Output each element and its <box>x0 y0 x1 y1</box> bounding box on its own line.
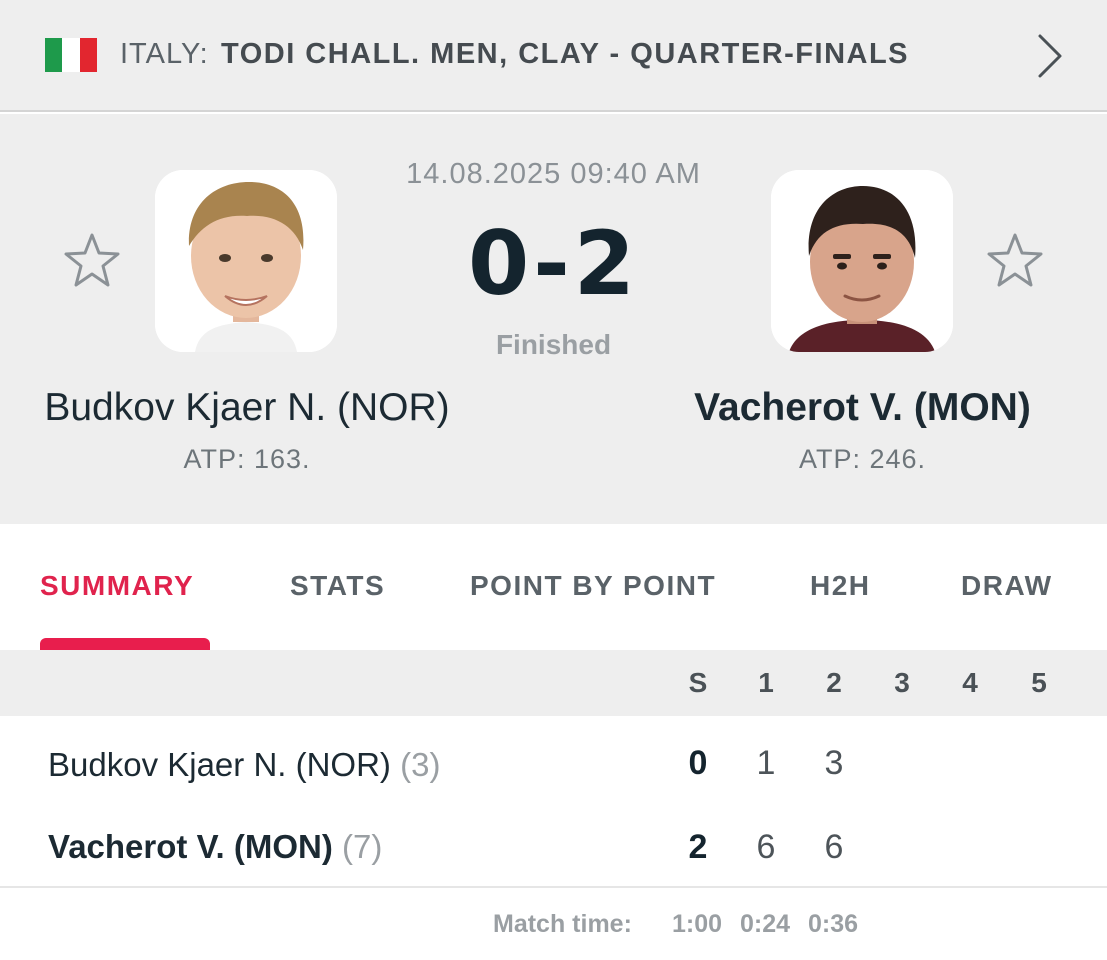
column-header-set-3: 3 <box>894 667 910 698</box>
detail-tabs: SUMMARY STATS POINT BY POINT H2H DRAW <box>0 524 1107 650</box>
tab-draw[interactable]: DRAW <box>961 570 1053 602</box>
row-player-name: Vacherot V. (MON) (7) <box>48 828 382 866</box>
player-rank-home: ATP: 163. <box>183 444 311 474</box>
match-time-set-2: 0:36 <box>808 910 859 938</box>
table-row[interactable]: Vacherot V. (MON) (7) 2 6 6 <box>0 802 1107 886</box>
active-tab-indicator <box>40 638 210 650</box>
row-player-seed: (3) <box>400 746 441 783</box>
row-player-name-text: Budkov Kjaer N. (NOR) <box>48 746 391 783</box>
column-header-set-1: 1 <box>758 667 774 698</box>
row-set-2-games: 6 <box>824 828 844 866</box>
divider <box>0 886 1107 888</box>
player-name-home[interactable]: Budkov Kjaer N. (NOR) <box>0 386 494 430</box>
tab-h2h[interactable]: H2H <box>810 570 871 602</box>
column-header-set-2: 2 <box>826 667 842 698</box>
column-header-set-4: 4 <box>962 667 978 698</box>
header-country: ITALY: <box>120 38 209 70</box>
player-name-away[interactable]: Vacherot V. (MON) <box>618 386 1107 430</box>
match-header: 14.08.2025 09:40 AM 0-2 Finished Budkov … <box>0 114 1107 524</box>
score-table-header: S 1 2 3 4 5 <box>0 650 1107 716</box>
tournament-header[interactable]: ITALY: TODI CHALL. MEN, CLAY - QUARTER-F… <box>0 0 1107 112</box>
italy-flag-icon <box>45 38 97 72</box>
match-time-set-1: 0:24 <box>740 910 791 938</box>
row-player-name-text: Vacherot V. (MON) <box>48 828 333 865</box>
table-row[interactable]: Budkov Kjaer N. (NOR) (3) 0 1 3 <box>0 720 1107 804</box>
row-player-seed: (7) <box>342 828 383 865</box>
row-set-1-games: 6 <box>756 828 776 866</box>
tab-summary[interactable]: SUMMARY <box>40 570 194 602</box>
row-set-1-games: 1 <box>756 744 776 782</box>
player-photo-away <box>771 170 953 352</box>
player-rank-away: ATP: 246. <box>798 444 927 474</box>
row-player-name: Budkov Kjaer N. (NOR) (3) <box>48 746 440 784</box>
column-header-sets: S <box>688 667 708 698</box>
star-icon[interactable] <box>986 232 1044 290</box>
column-header-set-5: 5 <box>1031 667 1047 698</box>
header-tournament[interactable]: TODI CHALL. MEN, CLAY - QUARTER-FINALS <box>221 38 909 71</box>
match-time-total: 1:00 <box>672 910 723 938</box>
row-sets-total: 2 <box>688 828 708 866</box>
chevron-right-icon[interactable] <box>1030 32 1070 80</box>
row-set-2-games: 3 <box>824 744 844 782</box>
player-avatar-away[interactable] <box>771 170 953 352</box>
row-sets-total: 0 <box>688 744 708 782</box>
match-time-label: Match time: <box>493 910 632 938</box>
tab-stats[interactable]: STATS <box>290 570 385 602</box>
tab-point-by-point[interactable]: POINT BY POINT <box>470 570 716 602</box>
